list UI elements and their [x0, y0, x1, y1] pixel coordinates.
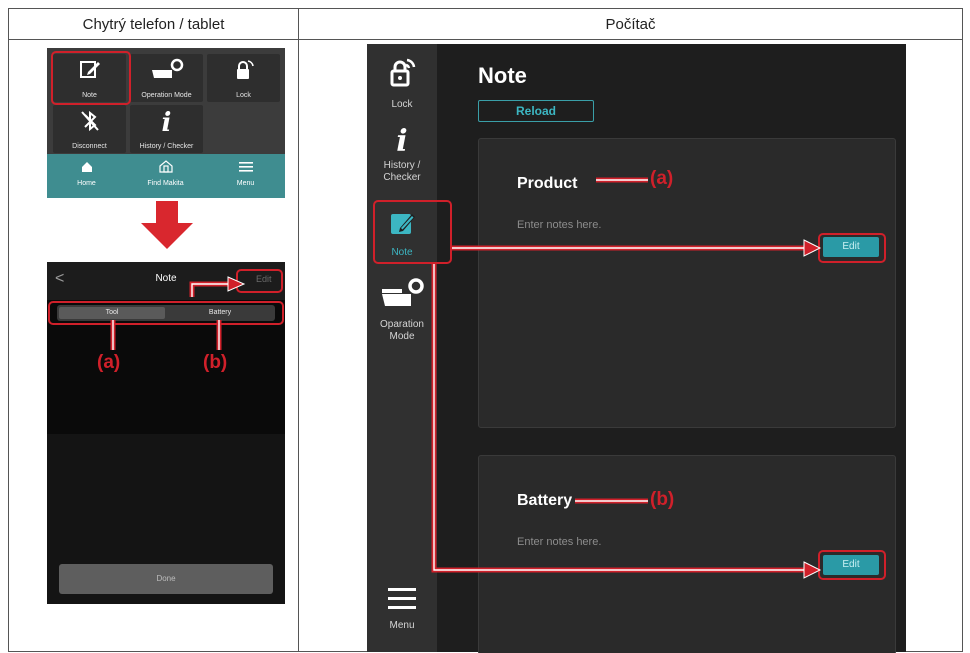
- annotation-b-phone: (b): [203, 352, 228, 373]
- connector-arrows: [110, 177, 822, 579]
- annotation-b-desktop: (b): [650, 489, 675, 510]
- annotation-a-phone: (a): [97, 352, 121, 373]
- annotation-a-desktop: (a): [650, 168, 674, 189]
